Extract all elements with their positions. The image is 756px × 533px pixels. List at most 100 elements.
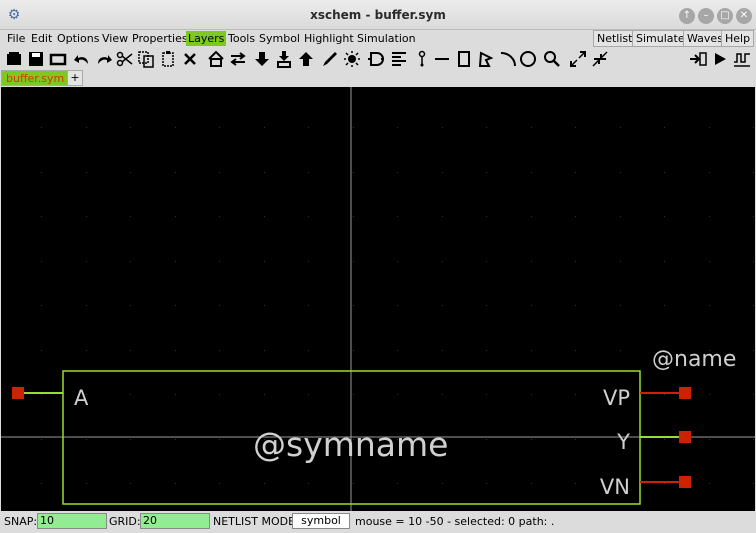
grid-dot bbox=[353, 483, 354, 484]
grid-dot bbox=[709, 439, 710, 440]
grid-dot bbox=[664, 439, 665, 440]
title-bar: ⚙ xschem - buffer.sym ↑ – □ ✕ bbox=[0, 0, 756, 30]
pen-icon[interactable] bbox=[320, 49, 340, 69]
netlist-mode-field[interactable]: symbol bbox=[292, 513, 350, 529]
grid-dot bbox=[442, 394, 443, 395]
grid-dot bbox=[86, 439, 87, 440]
grid-dot bbox=[575, 127, 576, 128]
menu-symbol[interactable]: Symbol bbox=[257, 31, 302, 46]
swap-icon[interactable] bbox=[228, 49, 248, 69]
pin-a-square[interactable] bbox=[12, 387, 24, 399]
grid-dot bbox=[308, 127, 309, 128]
reload-icon[interactable] bbox=[48, 49, 68, 69]
new-schematic-icon[interactable] bbox=[4, 49, 24, 69]
menu-tools[interactable]: Tools bbox=[226, 31, 257, 46]
grid-input[interactable]: 20 bbox=[140, 513, 210, 529]
grid-dot bbox=[353, 216, 354, 217]
minimize-icon[interactable]: – bbox=[698, 8, 714, 24]
grid-dot bbox=[442, 216, 443, 217]
simulate-icon[interactable] bbox=[710, 49, 730, 69]
schematic-canvas[interactable]: @name @symname A VP Y VN bbox=[1, 87, 755, 511]
menu-edit[interactable]: Edit bbox=[29, 31, 54, 46]
grid-dot bbox=[353, 127, 354, 128]
menu-options[interactable]: Options bbox=[55, 31, 101, 46]
delete-icon[interactable] bbox=[180, 49, 200, 69]
menu-file[interactable]: File bbox=[5, 31, 27, 46]
grid-dot bbox=[753, 439, 754, 440]
arc-icon[interactable] bbox=[498, 49, 518, 69]
grid-dot bbox=[219, 261, 220, 262]
pin-y-square[interactable] bbox=[679, 431, 691, 443]
snap-label: SNAP: bbox=[4, 515, 38, 528]
grid-dot bbox=[620, 127, 621, 128]
cut-icon[interactable] bbox=[115, 49, 135, 69]
grid-dot bbox=[308, 350, 309, 351]
pin-icon[interactable] bbox=[412, 49, 432, 69]
grid-dot bbox=[219, 305, 220, 306]
merge-icon[interactable] bbox=[274, 49, 294, 69]
zoom-out-icon[interactable] bbox=[590, 49, 610, 69]
redo-icon[interactable] bbox=[94, 49, 114, 69]
grid-dot bbox=[486, 483, 487, 484]
paste-icon[interactable] bbox=[158, 49, 178, 69]
grid-label: GRID: bbox=[109, 515, 141, 528]
grid-dot bbox=[709, 305, 710, 306]
insert-icon[interactable] bbox=[688, 49, 708, 69]
zoom-icon[interactable] bbox=[542, 49, 562, 69]
circle-icon[interactable] bbox=[518, 49, 538, 69]
window-title: xschem - buffer.sym bbox=[310, 8, 446, 22]
pin-vn-label: VN bbox=[600, 475, 630, 499]
grid-dot bbox=[664, 305, 665, 306]
grid-dot bbox=[709, 127, 710, 128]
ascend-icon[interactable] bbox=[296, 49, 316, 69]
simulate-button[interactable]: Simulate bbox=[632, 30, 689, 47]
grid-dot bbox=[397, 350, 398, 351]
save-icon[interactable] bbox=[26, 49, 46, 69]
netlist-symbol-icon[interactable] bbox=[366, 49, 386, 69]
push-icon[interactable] bbox=[206, 49, 226, 69]
align-icon[interactable] bbox=[389, 49, 409, 69]
minimize-to-top-icon[interactable]: ↑ bbox=[679, 8, 695, 24]
menu-view[interactable]: View bbox=[100, 31, 130, 46]
grid-dot bbox=[264, 394, 265, 395]
pin-vp-label: VP bbox=[603, 386, 630, 410]
add-tab-button[interactable]: + bbox=[67, 70, 83, 86]
status-bar: SNAP: 10 GRID: 20 NETLIST MODE: symbol m… bbox=[0, 511, 756, 533]
zoom-in-icon[interactable] bbox=[568, 49, 588, 69]
pin-vn-square[interactable] bbox=[679, 476, 691, 488]
highlight-icon[interactable] bbox=[342, 49, 362, 69]
grid-dot bbox=[175, 439, 176, 440]
menu-simulation[interactable]: Simulation bbox=[355, 31, 418, 46]
help-button[interactable]: Help bbox=[721, 30, 755, 47]
undo-icon[interactable] bbox=[72, 49, 92, 69]
maximize-icon[interactable]: □ bbox=[717, 8, 733, 24]
snap-input[interactable]: 10 bbox=[37, 513, 107, 529]
line-icon[interactable] bbox=[432, 49, 452, 69]
pin-vp-square[interactable] bbox=[679, 387, 691, 399]
polygon-icon[interactable] bbox=[476, 49, 496, 69]
grid-dot bbox=[486, 172, 487, 173]
rect-icon[interactable] bbox=[454, 49, 474, 69]
menu-highlight[interactable]: Highlight bbox=[302, 31, 356, 46]
grid-dot bbox=[353, 350, 354, 351]
grid-dot bbox=[575, 305, 576, 306]
tab-buffer-sym[interactable]: buffer.sym bbox=[1, 70, 70, 86]
menu-properties[interactable]: Properties bbox=[130, 31, 190, 46]
grid-dot bbox=[353, 394, 354, 395]
close-icon[interactable]: ✕ bbox=[736, 8, 752, 24]
grid-dot bbox=[308, 305, 309, 306]
grid-dot bbox=[86, 305, 87, 306]
grid-dot bbox=[709, 216, 710, 217]
grid-dot bbox=[175, 172, 176, 173]
netlist-button[interactable]: Netlist bbox=[593, 30, 637, 47]
copy-icon[interactable] bbox=[136, 49, 156, 69]
grid-dot bbox=[442, 172, 443, 173]
grid-dot bbox=[264, 483, 265, 484]
descend-icon[interactable] bbox=[252, 49, 272, 69]
toolbar bbox=[0, 48, 756, 70]
grid-dot bbox=[753, 483, 754, 484]
grid-dot bbox=[620, 172, 621, 173]
menu-layers[interactable]: Layers bbox=[186, 31, 227, 46]
waves-icon[interactable] bbox=[732, 49, 752, 69]
grid-dot bbox=[486, 305, 487, 306]
